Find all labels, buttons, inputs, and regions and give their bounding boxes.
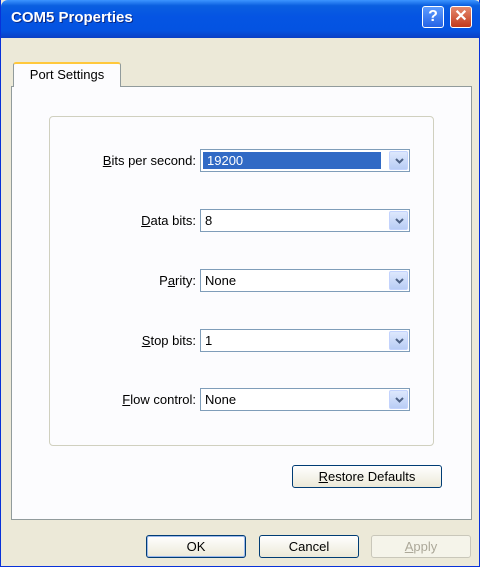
close-button[interactable]: ✕ xyxy=(450,6,472,28)
properties-dialog: COM5 Properties ? ✕ Port Settings Bits p… xyxy=(0,0,480,567)
stop-bits-label: Stop bits: xyxy=(141,333,196,348)
stop-bits-value: 1 xyxy=(205,333,213,348)
cancel-button[interactable]: Cancel xyxy=(259,535,359,558)
bits-per-second-label: Bits per second: xyxy=(102,153,196,168)
bits-per-second-select[interactable]: 19200 xyxy=(200,149,410,172)
flow-control-select[interactable]: None xyxy=(200,388,410,411)
parity-select[interactable]: None xyxy=(200,269,410,292)
data-bits-value: 8 xyxy=(205,213,213,228)
title-bar[interactable]: COM5 Properties ? ✕ xyxy=(1,0,480,38)
close-icon: ✕ xyxy=(454,8,468,25)
flow-control-value: None xyxy=(205,392,237,407)
chevron-down-icon[interactable] xyxy=(389,390,408,409)
tab-port-settings[interactable]: Port Settings xyxy=(13,62,121,87)
window-title: COM5 Properties xyxy=(11,9,133,26)
chevron-down-icon[interactable] xyxy=(389,151,408,170)
help-button[interactable]: ? xyxy=(422,6,444,28)
flow-control-label: Flow control: xyxy=(122,392,196,407)
chevron-down-icon[interactable] xyxy=(389,211,408,230)
parity-label: Parity: xyxy=(159,273,196,288)
chevron-down-icon[interactable] xyxy=(389,271,408,290)
help-icon: ? xyxy=(428,8,438,25)
apply-button[interactable]: Apply xyxy=(371,535,471,558)
restore-defaults-button[interactable]: Restore Defaults xyxy=(292,465,442,488)
parity-value: None xyxy=(205,273,237,288)
stop-bits-select[interactable]: 1 xyxy=(200,329,410,352)
chevron-down-icon[interactable] xyxy=(389,331,408,350)
bits-per-second-value: 19200 xyxy=(203,152,381,169)
data-bits-select[interactable]: 8 xyxy=(200,209,410,232)
data-bits-label: Data bits: xyxy=(141,213,196,228)
ok-button[interactable]: OK xyxy=(146,535,246,558)
